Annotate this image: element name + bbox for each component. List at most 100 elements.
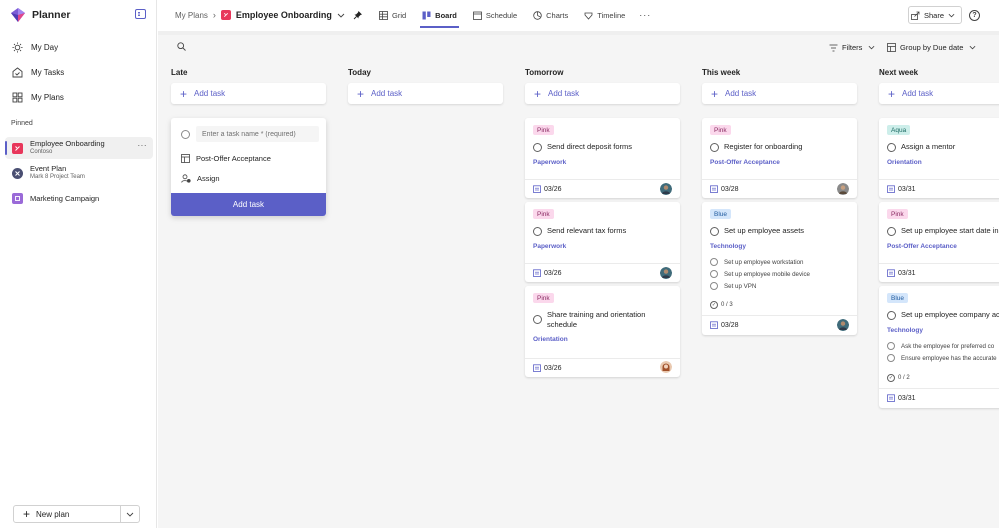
due-date: 03/28 [710,185,739,193]
checklist-item-text: Ask the employee for preferred co [901,342,995,350]
bucket-selector[interactable]: Post-Offer Acceptance [181,152,271,164]
complete-circle-icon [181,130,190,139]
pinned-plan-marketing-campaign[interactable]: Marketing Campaign [5,187,153,209]
checklist-item[interactable]: Ensure employee has the accurate [887,354,997,362]
checklist-circle-icon[interactable] [887,354,895,362]
task-title-line: Share training and orientation [547,310,646,319]
task-card[interactable]: Aqua Assign a mentor Orientation 03/31 [879,118,999,198]
column-title-late: Late [171,68,188,77]
pinned-plan-employee-onboarding[interactable]: Employee Onboarding Contoso ··· [5,137,153,159]
complete-circle-icon[interactable] [710,142,719,152]
complete-circle-icon[interactable] [710,226,719,236]
complete-circle-icon[interactable] [887,142,896,152]
nav-my-day[interactable]: My Day [12,40,58,54]
search-icon[interactable] [177,42,186,51]
timeline-icon [584,12,593,20]
avatar[interactable] [837,183,849,195]
new-plan-dropdown[interactable] [121,506,139,522]
tab-timeline[interactable]: Timeline [576,0,633,30]
complete-circle-icon[interactable] [887,226,896,236]
assign-selector[interactable]: Assign [181,172,220,184]
task-card[interactable]: Pink Set up employee start date in sys P… [879,202,999,282]
tab-board[interactable]: Board [414,0,465,30]
task-title-row: Set up employee assets [710,226,804,236]
nav-my-tasks[interactable]: My Tasks [12,65,64,79]
collapse-sidebar-icon[interactable] [135,9,146,19]
checklist-item-text: Set up VPN [724,282,757,290]
complete-circle-icon[interactable] [533,226,542,236]
add-task-label: Add task [548,89,580,98]
bucket-label: Post-Offer Acceptance [196,153,271,163]
checklist-circle-icon[interactable] [887,342,895,350]
complete-circle-icon[interactable] [533,315,542,324]
add-task-button[interactable]: + Add task [879,83,999,104]
avatar[interactable] [837,319,849,331]
checklist-circle-icon[interactable] [710,270,718,278]
task-card[interactable]: Pink Share training and orientation sched… [525,286,680,377]
task-title-row: Assign a mentor [887,142,955,152]
complete-circle-icon[interactable] [887,310,896,320]
help-icon[interactable]: ? [969,10,980,21]
due-date: 03/31 [887,269,916,277]
pinned-plan-event-plan[interactable]: Event Plan Mark 8 Project Team [5,162,153,184]
task-card[interactable]: Pink Register for onboarding Post-Offer … [702,118,857,198]
checklist-item[interactable]: Ask the employee for preferred co [887,342,994,350]
add-task-label: Add task [725,89,757,98]
new-plan-button[interactable]: + New plan [14,506,121,522]
checklist-circle-icon[interactable] [710,282,718,290]
grid-icon [12,92,23,103]
new-task-panel: Post-Offer Acceptance Assign Add task [171,118,326,216]
add-task-button[interactable]: + Add task [171,83,326,104]
breadcrumb-my-plans[interactable]: My Plans [175,11,208,20]
group-by-button[interactable]: Group by Due date [887,42,980,53]
tab-schedule[interactable]: Schedule [465,0,525,30]
plan-name: Marketing Campaign [30,193,100,203]
label-pill: Pink [533,125,554,135]
task-title-line: schedule [547,320,578,329]
calendar-icon [472,11,482,20]
checklist-item[interactable]: Set up VPN [710,282,756,290]
complete-circle-icon[interactable] [533,142,542,152]
plus-icon: + [888,86,896,101]
avatar[interactable] [660,183,672,195]
task-title-row: Register for onboarding [710,142,802,152]
card-divider [525,179,680,180]
task-card[interactable]: Pink Send direct deposit forms Paperwork… [525,118,680,198]
calendar-icon [887,269,895,277]
task-title: Set up employee company ac [901,310,999,319]
app-header[interactable]: Planner [10,7,71,23]
checklist-circle-icon[interactable] [710,258,718,266]
checklist-item-text: Ensure employee has the accurate [901,354,997,362]
card-divider [702,315,857,316]
share-button[interactable]: Share [908,6,962,24]
filters-button[interactable]: Filters [829,42,879,53]
avatar[interactable] [660,267,672,279]
assign-person-icon [181,173,191,183]
task-card[interactable]: Pink Send relevant tax forms Paperwork 0… [525,202,680,282]
tab-grid[interactable]: Grid [371,0,414,30]
checklist-progress: ✓ 0 / 2 [887,374,910,382]
chevron-down-icon[interactable] [337,13,345,18]
plan-title[interactable]: Employee Onboarding [236,10,332,20]
filters-label: Filters [842,43,863,52]
task-card[interactable]: Blue Set up employee company ac Technolo… [879,286,999,408]
task-card[interactable]: Blue Set up employee assets Technology S… [702,202,857,335]
more-options-icon[interactable]: ··· [138,141,148,150]
checklist-item-text: Set up employee workstation [724,258,804,266]
avatar[interactable] [660,361,672,373]
task-name-input[interactable] [196,126,319,142]
pin-icon[interactable] [353,10,363,20]
grid-view-icon [379,10,388,20]
checklist-progress-text: 0 / 2 [898,375,910,381]
add-task-button[interactable]: + Add task [348,83,503,104]
checklist-item[interactable]: Set up employee mobile device [710,270,810,278]
column-title-tomorrow: Tomorrow [525,68,564,77]
tab-charts[interactable]: Charts [525,0,576,30]
checklist-item[interactable]: Set up employee workstation [710,258,803,266]
plan-icon [12,167,23,179]
add-task-button[interactable]: + Add task [525,83,680,104]
add-task-submit-button[interactable]: Add task [171,193,326,216]
add-task-button[interactable]: + Add task [702,83,857,104]
nav-my-plans[interactable]: My Plans [12,90,64,104]
more-views-icon[interactable]: ··· [633,0,657,30]
